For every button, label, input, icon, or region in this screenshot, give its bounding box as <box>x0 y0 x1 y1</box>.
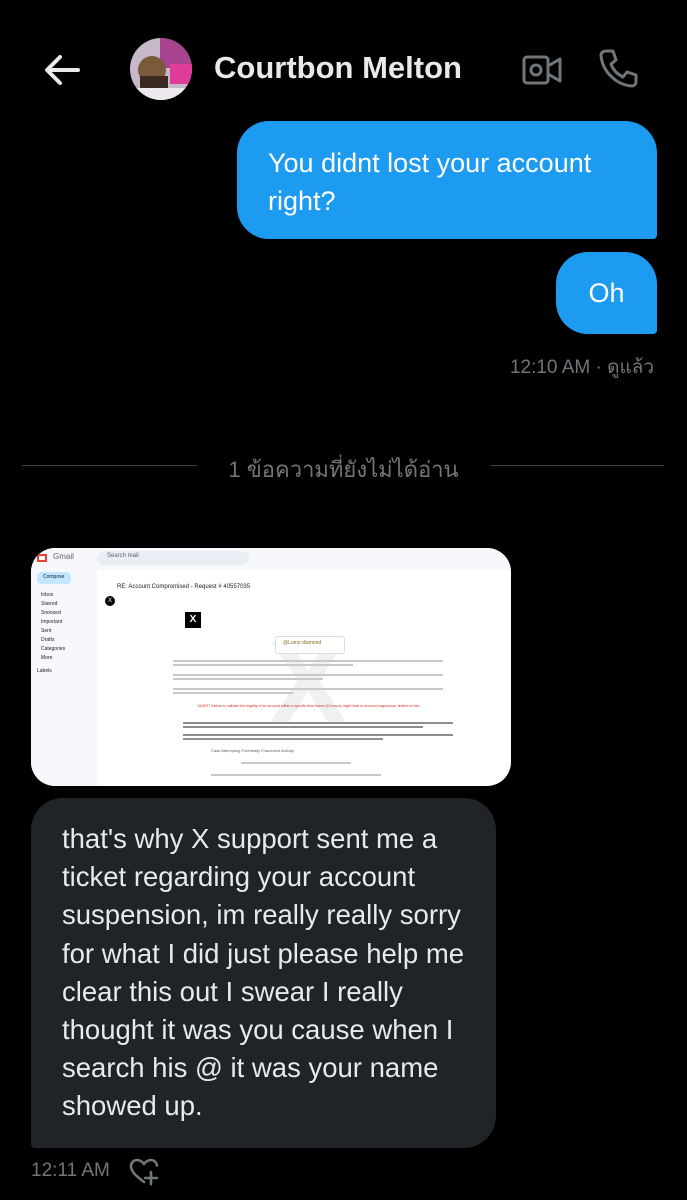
gmail-folder: Sent <box>41 628 52 634</box>
email-body-line <box>173 660 443 662</box>
email-bullet-line <box>183 738 383 740</box>
video-call-button[interactable] <box>520 48 564 92</box>
phone-icon <box>599 49 638 88</box>
unread-divider-label: 1 ข้อความที่ยังไม่ได้อ่าน <box>228 457 459 482</box>
gmail-folder: Important <box>41 619 63 625</box>
email-body-line <box>173 678 323 680</box>
gmail-sender-avatar: X <box>105 596 115 606</box>
email-body-line <box>211 774 381 776</box>
gmail-search-placeholder: Search mail <box>107 553 139 559</box>
video-call-icon <box>522 55 562 85</box>
gmail-app-name: Gmail <box>53 552 74 561</box>
email-body-line <box>173 688 443 690</box>
email-body-line <box>173 664 353 666</box>
gmail-folder: Starred <box>41 601 58 607</box>
divider-line <box>22 465 197 466</box>
email-bullet-line <box>183 734 453 736</box>
email-body-line <box>173 674 443 676</box>
gmail-compose-label: Compose <box>43 574 65 580</box>
received-message-bubble[interactable]: that's why X support sent me a ticket re… <box>31 798 496 1148</box>
gmail-logo-icon <box>37 554 47 562</box>
message-timestamp: 12:11 AM <box>31 1160 110 1181</box>
gmail-labels-heading: Labels <box>37 668 52 674</box>
gmail-folder: More <box>41 655 53 661</box>
gmail-subject: RE: Account Compromised - Request # 4055… <box>117 584 251 590</box>
sender-initial: X <box>107 598 112 604</box>
sent-message-bubble[interactable]: Oh <box>556 252 657 334</box>
brand-name: @Lumo diamond <box>283 640 322 646</box>
arrow-left-icon <box>45 55 80 85</box>
email-bullet-line <box>183 726 423 728</box>
gmail-folder: Snoozed <box>41 610 61 616</box>
gmail-folder: Drafts <box>41 637 55 643</box>
email-footer-text: Case Attempting Potentially Fraudulent A… <box>211 748 294 753</box>
x-logo-icon: X <box>185 612 201 628</box>
email-body-line <box>173 692 293 694</box>
gmail-folder: Categories <box>41 646 66 652</box>
add-reaction-button[interactable] <box>128 1155 160 1187</box>
sent-message-bubble[interactable]: You didnt lost your account right? <box>237 121 657 239</box>
email-bullet-line <box>183 722 453 724</box>
back-button[interactable] <box>40 48 84 92</box>
divider-line <box>490 465 664 466</box>
message-timestamp-seen: 12:10 AM · ดูแล้ว <box>509 357 654 378</box>
email-alert-text: ALERT! Failure to validate the legality … <box>197 704 421 708</box>
heart-plus-icon <box>129 1158 159 1186</box>
email-body-line <box>241 762 351 764</box>
phone-call-button[interactable] <box>596 46 640 90</box>
image-attachment[interactable]: Gmail Search mail Compose Inbox Starred … <box>31 548 511 786</box>
avatar[interactable] <box>130 38 192 100</box>
gmail-folder: Inbox <box>41 592 54 598</box>
contact-name[interactable]: Courtbon Melton <box>214 50 462 86</box>
